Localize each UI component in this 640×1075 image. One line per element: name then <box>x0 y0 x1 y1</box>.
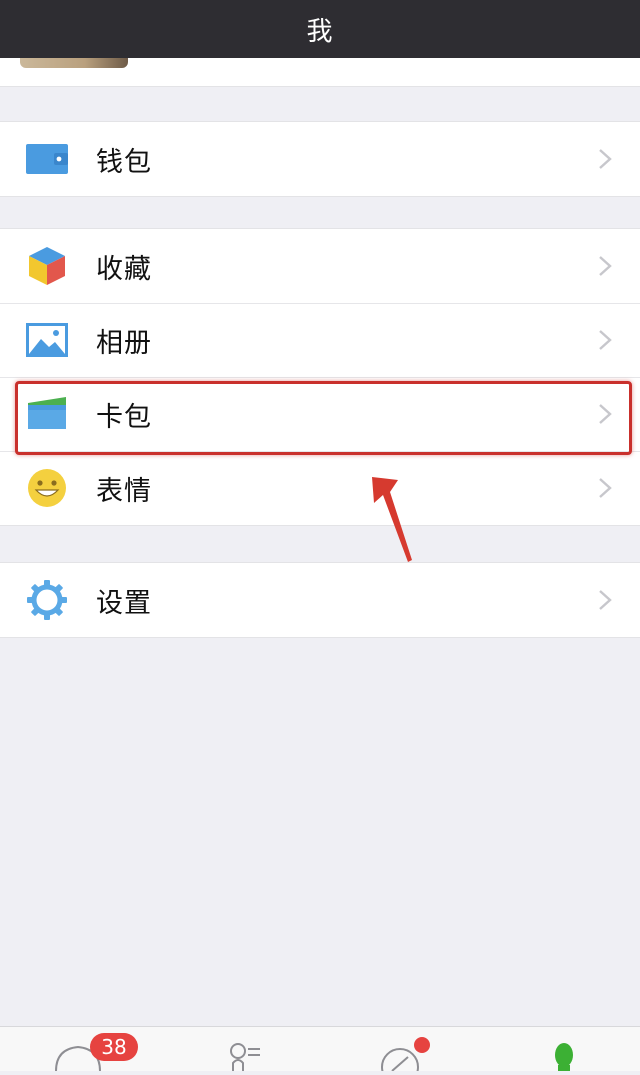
chevron-right-icon <box>596 328 614 352</box>
chevron-right-icon <box>596 588 614 612</box>
gear-icon <box>26 579 68 621</box>
menu-item-favorites[interactable]: 收藏 <box>0 229 640 303</box>
menu-item-settings[interactable]: 设置 <box>0 563 640 637</box>
tab-bar: 38 <box>0 1026 640 1075</box>
contacts-icon <box>230 1043 260 1071</box>
smiley-icon <box>26 467 68 509</box>
menu-item-label: 设置 <box>96 587 152 619</box>
avatar[interactable] <box>20 58 128 68</box>
menu-item-stickers[interactable]: 表情 <box>0 451 640 525</box>
unread-badge: 38 <box>90 1033 138 1061</box>
me-person-icon <box>555 1043 573 1071</box>
wallet-group: 钱包 <box>0 121 640 197</box>
menu-item-label: 钱包 <box>96 146 152 178</box>
card-pack-icon <box>26 393 68 435</box>
main-group: 收藏 相册 卡包 表情 <box>0 228 640 526</box>
settings-group: 设置 <box>0 562 640 638</box>
chevron-right-icon <box>596 402 614 426</box>
menu-item-album[interactable]: 相册 <box>0 303 640 377</box>
photo-album-icon <box>26 319 68 361</box>
tab-me[interactable] <box>534 1027 594 1071</box>
menu-item-card-pack[interactable]: 卡包 <box>0 377 640 451</box>
favorites-cube-icon <box>26 245 68 287</box>
chevron-right-icon <box>596 254 614 278</box>
profile-card[interactable] <box>0 58 640 87</box>
menu-item-label: 收藏 <box>96 253 152 285</box>
chevron-right-icon <box>596 147 614 171</box>
wallet-icon <box>26 138 68 180</box>
menu-item-label: 卡包 <box>96 401 152 433</box>
menu-item-label: 相册 <box>96 327 152 359</box>
notification-dot <box>414 1037 430 1053</box>
chevron-right-icon <box>596 476 614 500</box>
menu-item-wallet[interactable]: 钱包 <box>0 122 640 196</box>
tab-contacts[interactable] <box>222 1027 282 1071</box>
page-title: 我 <box>306 16 334 47</box>
navigation-bar: 我 <box>0 0 640 58</box>
menu-item-label: 表情 <box>96 475 152 507</box>
